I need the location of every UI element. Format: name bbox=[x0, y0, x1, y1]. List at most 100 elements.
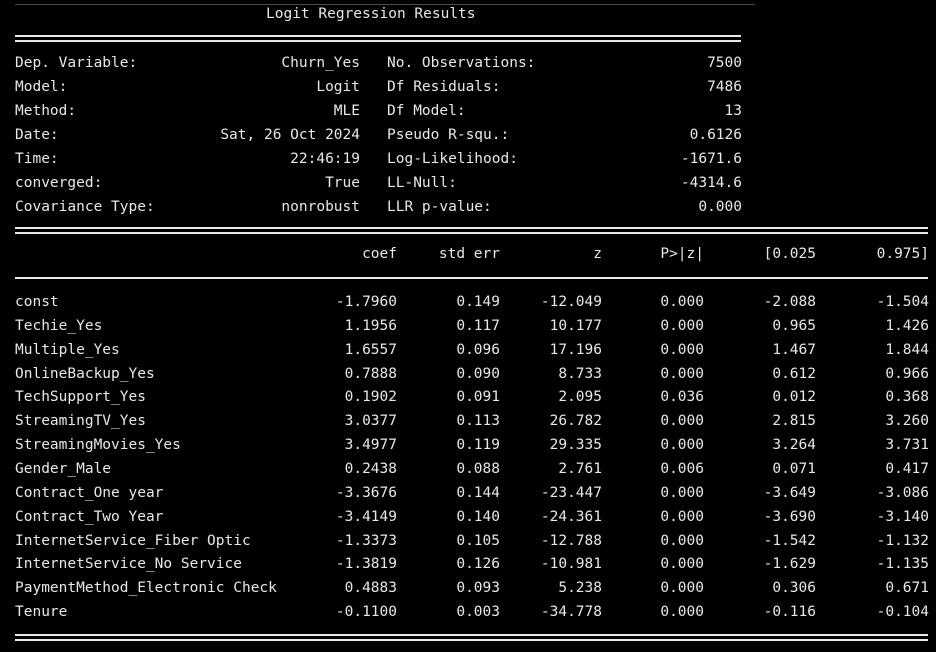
table-cell: 0.093 bbox=[456, 580, 500, 596]
table-cell: -3.086 bbox=[876, 485, 929, 501]
table-cell: 0.000 bbox=[660, 485, 704, 501]
table-cell: -10.981 bbox=[540, 556, 602, 572]
table-cell: 0.000 bbox=[660, 533, 704, 549]
table-cell: -1.3373 bbox=[335, 533, 397, 549]
table-cell: 26.782 bbox=[549, 413, 602, 429]
table-cell: -1.629 bbox=[763, 556, 816, 572]
table-cell: 0.149 bbox=[456, 294, 500, 310]
table-cell: -1.7960 bbox=[335, 294, 397, 310]
table-cell: -1.3819 bbox=[335, 556, 397, 572]
table-cell: -0.104 bbox=[876, 604, 929, 620]
page-title: Logit Regression Results bbox=[266, 6, 476, 22]
table-cell: -3.140 bbox=[876, 509, 929, 525]
table-cell: 0.000 bbox=[660, 509, 704, 525]
variable-name: Multiple_Yes bbox=[15, 342, 120, 358]
header-rule bbox=[15, 277, 928, 279]
table-cell: -23.447 bbox=[540, 485, 602, 501]
table-cell: 3.4977 bbox=[344, 437, 397, 453]
summary-left-value: True bbox=[325, 175, 360, 191]
table-cell: -2.088 bbox=[763, 294, 816, 310]
column-header: 0.975] bbox=[876, 246, 929, 262]
table-cell: 0.090 bbox=[456, 366, 500, 382]
table-cell: 1.6557 bbox=[344, 342, 397, 358]
table-cell: 0.000 bbox=[660, 604, 704, 620]
table-cell: -3.4149 bbox=[335, 509, 397, 525]
table-cell: 0.1902 bbox=[344, 389, 397, 405]
table-cell: -24.361 bbox=[540, 509, 602, 525]
table-cell: 0.000 bbox=[660, 580, 704, 596]
column-header: coef bbox=[362, 246, 397, 262]
table-cell: -1.132 bbox=[876, 533, 929, 549]
table-cell: 0.000 bbox=[660, 366, 704, 382]
table-cell: -1.135 bbox=[876, 556, 929, 572]
table-cell: -3.3676 bbox=[335, 485, 397, 501]
table-cell: 0.000 bbox=[660, 318, 704, 334]
table-cell: 0.117 bbox=[456, 318, 500, 334]
table-cell: 0.368 bbox=[885, 389, 929, 405]
variable-name: InternetService_Fiber Optic bbox=[15, 533, 251, 549]
table-cell: 0.671 bbox=[885, 580, 929, 596]
table-cell: 0.000 bbox=[660, 556, 704, 572]
variable-name: InternetService_No Service bbox=[15, 556, 242, 572]
top-frame-line bbox=[15, 0, 755, 5]
table-cell: 0.000 bbox=[660, 413, 704, 429]
summary-left-value: MLE bbox=[333, 103, 360, 119]
table-cell: 2.095 bbox=[558, 389, 602, 405]
column-header: std err bbox=[438, 246, 500, 262]
table-cell: 0.006 bbox=[660, 461, 704, 477]
table-cell: -12.788 bbox=[540, 533, 602, 549]
table-cell: 17.196 bbox=[549, 342, 602, 358]
table-cell: 0.105 bbox=[456, 533, 500, 549]
summary-left-value: 22:46:19 bbox=[290, 151, 360, 167]
variable-name: PaymentMethod_Electronic Check bbox=[15, 580, 277, 596]
table-cell: 0.4883 bbox=[344, 580, 397, 596]
table-cell: 0.126 bbox=[456, 556, 500, 572]
summary-left-value: Churn_Yes bbox=[281, 55, 360, 71]
table-cell: 0.088 bbox=[456, 461, 500, 477]
table-cell: 3.731 bbox=[885, 437, 929, 453]
table-cell: 0.113 bbox=[456, 413, 500, 429]
table-cell: 0.000 bbox=[660, 294, 704, 310]
table-cell: 0.091 bbox=[456, 389, 500, 405]
summary-left-value: Logit bbox=[316, 79, 360, 95]
table-cell: -1.542 bbox=[763, 533, 816, 549]
variable-name: Contract_Two Year bbox=[15, 509, 164, 525]
variable-name: OnlineBackup_Yes bbox=[15, 366, 155, 382]
column-header: z bbox=[593, 246, 602, 262]
table-cell: 29.335 bbox=[549, 437, 602, 453]
table-cell: 3.260 bbox=[885, 413, 929, 429]
variable-name: StreamingMovies_Yes bbox=[15, 437, 181, 453]
coef-bottom-rule bbox=[15, 634, 928, 641]
summary-right-value: -1671.6 bbox=[680, 151, 742, 167]
table-cell: 0.612 bbox=[772, 366, 816, 382]
summary-left-value: Sat, 26 Oct 2024 bbox=[220, 127, 360, 143]
variable-name: StreamingTV_Yes bbox=[15, 413, 146, 429]
table-cell: 0.003 bbox=[456, 604, 500, 620]
table-cell: 1.467 bbox=[772, 342, 816, 358]
variable-name: Gender_Male bbox=[15, 461, 112, 477]
table-cell: -0.116 bbox=[763, 604, 816, 620]
variable-name: Contract_One year bbox=[15, 485, 164, 501]
table-cell: 5.238 bbox=[558, 580, 602, 596]
table-cell: 1.1956 bbox=[344, 318, 397, 334]
table-cell: 0.071 bbox=[772, 461, 816, 477]
table-cell: 0.966 bbox=[885, 366, 929, 382]
table-cell: 0.119 bbox=[456, 437, 500, 453]
table-cell: 2.761 bbox=[558, 461, 602, 477]
table-cell: 10.177 bbox=[549, 318, 602, 334]
variable-name: const bbox=[15, 294, 59, 310]
table-cell: 0.417 bbox=[885, 461, 929, 477]
table-cell: -1.504 bbox=[876, 294, 929, 310]
table-cell: 8.733 bbox=[558, 366, 602, 382]
summary-left-value: nonrobust bbox=[281, 199, 360, 215]
summary-right-value: 0.000 bbox=[698, 199, 742, 215]
table-cell: 2.815 bbox=[772, 413, 816, 429]
table-cell: -0.1100 bbox=[335, 604, 397, 620]
table-cell: 3.0377 bbox=[344, 413, 397, 429]
table-cell: -3.649 bbox=[763, 485, 816, 501]
table-cell: -34.778 bbox=[540, 604, 602, 620]
column-header: [0.025 bbox=[763, 246, 816, 262]
table-cell: 0.000 bbox=[660, 342, 704, 358]
summary-right-value: 13 bbox=[724, 103, 742, 119]
table-cell: 0.306 bbox=[772, 580, 816, 596]
